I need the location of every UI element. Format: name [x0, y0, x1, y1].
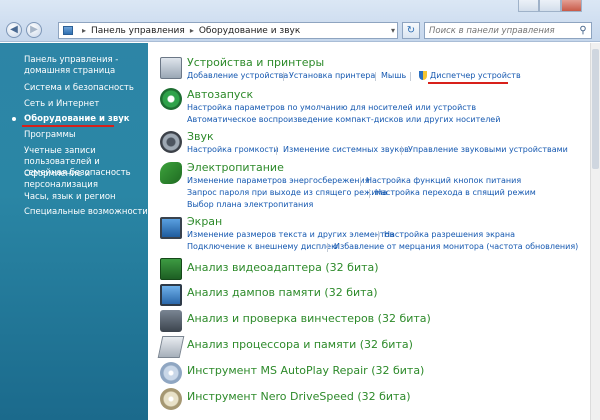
- sidebar-item-home[interactable]: Панель управления - домашняя страница: [24, 55, 136, 77]
- search-input[interactable]: [425, 25, 575, 36]
- link-text-size[interactable]: Изменение размеров текста и других элеме…: [187, 230, 394, 239]
- sidebar-item-clock-region[interactable]: Часы, язык и регион: [24, 192, 116, 203]
- title-bar: ◀ ▶ ▸ Панель управления ▸ Оборудование и…: [0, 0, 600, 42]
- link-autoplay-cd[interactable]: Автоматическое воспроизведение компакт-д…: [187, 115, 500, 124]
- disc-icon[interactable]: [160, 388, 182, 410]
- main-content: Устройства и принтеры Добавление устройс…: [148, 43, 600, 420]
- hard-drive-icon[interactable]: [160, 310, 182, 332]
- link-divider: [283, 72, 284, 81]
- video-card-icon[interactable]: [160, 258, 182, 280]
- back-button[interactable]: ◀: [6, 22, 22, 38]
- tool-nero-drivespeed[interactable]: Инструмент Nero DriveSpeed (32 бита): [187, 390, 411, 403]
- scrollbar[interactable]: [590, 43, 600, 420]
- tool-autoplay-repair[interactable]: Инструмент MS AutoPlay Repair (32 бита): [187, 364, 424, 377]
- monitor-icon[interactable]: [160, 284, 182, 306]
- maximize-button[interactable]: [539, 0, 561, 12]
- link-divider: [410, 72, 411, 81]
- link-divider: [375, 72, 376, 81]
- breadcrumb-current[interactable]: Оборудование и звук: [199, 26, 300, 36]
- printer-icon[interactable]: [160, 57, 182, 79]
- link-power-buttons[interactable]: Настройка функций кнопок питания: [366, 176, 521, 185]
- breadcrumb-chevron-icon: ▸: [82, 26, 87, 35]
- link-device-manager[interactable]: Диспетчер устройств: [430, 71, 521, 80]
- sidebar-item-programs[interactable]: Программы: [24, 130, 76, 141]
- link-audio-devices[interactable]: Управление звуковыми устройствами: [408, 145, 568, 154]
- power-icon[interactable]: [160, 162, 182, 184]
- tool-cpu-memory[interactable]: Анализ процессора и памяти (32 бита): [187, 338, 413, 351]
- link-sleep-settings[interactable]: Настройка перехода в спящий режим: [375, 188, 536, 197]
- search-icon[interactable]: ⚲: [575, 25, 591, 36]
- control-panel-icon: [63, 26, 73, 35]
- link-install-printer[interactable]: Установка принтера: [289, 71, 375, 80]
- link-power-plan[interactable]: Выбор плана электропитания: [187, 200, 313, 209]
- sidebar-item-accessibility[interactable]: Специальные возможности: [24, 207, 148, 218]
- link-add-device[interactable]: Добавление устройства: [187, 71, 288, 80]
- minimize-button[interactable]: [518, 0, 540, 12]
- category-title-display[interactable]: Экран: [187, 215, 222, 228]
- link-autoplay-defaults[interactable]: Настройка параметров по умолчанию для но…: [187, 103, 476, 112]
- speaker-icon[interactable]: [160, 131, 182, 153]
- link-external-display[interactable]: Подключение к внешнему дисплею: [187, 242, 338, 251]
- breadcrumb-chevron-icon: ▸: [189, 26, 194, 35]
- search-box[interactable]: ⚲: [424, 22, 592, 39]
- address-dropdown-icon[interactable]: ▾: [391, 23, 395, 38]
- display-icon[interactable]: [160, 217, 182, 239]
- link-mouse[interactable]: Мышь: [381, 71, 406, 80]
- category-title-sound[interactable]: Звук: [187, 130, 214, 143]
- uac-shield-icon: [419, 71, 427, 80]
- link-divider: [401, 146, 402, 155]
- category-title-autoplay[interactable]: Автозапуск: [187, 88, 253, 101]
- tool-video-analysis[interactable]: Анализ видеоадаптера (32 бита): [187, 261, 379, 274]
- link-system-sounds[interactable]: Изменение системных звуков: [283, 145, 409, 154]
- autoplay-icon[interactable]: [160, 88, 182, 110]
- link-divider: [360, 177, 361, 186]
- tool-hdd-check[interactable]: Анализ и проверка винчестеров (32 бита): [187, 312, 431, 325]
- highlight-underline: [428, 82, 508, 84]
- sidebar: Панель управления - домашняя страница Си…: [0, 43, 148, 420]
- refresh-button[interactable]: ↻: [402, 22, 420, 39]
- sidebar-item-appearance[interactable]: Оформление и персонализация: [24, 169, 124, 191]
- link-divider: [369, 189, 370, 198]
- category-title-power[interactable]: Электропитание: [187, 161, 284, 174]
- sidebar-item-system-security[interactable]: Система и безопасность: [24, 83, 134, 94]
- sidebar-item-network[interactable]: Сеть и Интернет: [24, 99, 99, 110]
- sidebar-item-hardware-sound[interactable]: Оборудование и звук: [24, 114, 130, 125]
- link-divider: [276, 146, 277, 155]
- tool-memory-dump[interactable]: Анализ дампов памяти (32 бита): [187, 286, 378, 299]
- link-screen-resolution[interactable]: Настройка разрешения экрана: [384, 230, 515, 239]
- category-title-devices[interactable]: Устройства и принтеры: [187, 56, 324, 69]
- link-refresh-rate[interactable]: Избавление от мерцания монитора (частота…: [334, 242, 578, 251]
- scrollbar-thumb[interactable]: [592, 49, 599, 169]
- window-buttons: [518, 0, 582, 12]
- address-bar[interactable]: ▸ Панель управления ▸ Оборудование и зву…: [58, 22, 398, 39]
- link-divider: [327, 243, 328, 252]
- active-bullet: [12, 117, 16, 121]
- cd-icon[interactable]: [160, 362, 182, 384]
- highlight-underline: [22, 125, 114, 127]
- link-power-settings[interactable]: Изменение параметров энергосбережения: [187, 176, 370, 185]
- breadcrumb-root[interactable]: Панель управления: [91, 26, 185, 36]
- link-divider: [378, 231, 379, 240]
- link-password-wakeup[interactable]: Запрос пароля при выходе из спящего режи…: [187, 188, 387, 197]
- close-button[interactable]: [560, 0, 582, 12]
- link-adjust-volume[interactable]: Настройка громкости: [187, 145, 279, 154]
- forward-button[interactable]: ▶: [26, 22, 42, 38]
- cpu-icon[interactable]: [157, 336, 185, 358]
